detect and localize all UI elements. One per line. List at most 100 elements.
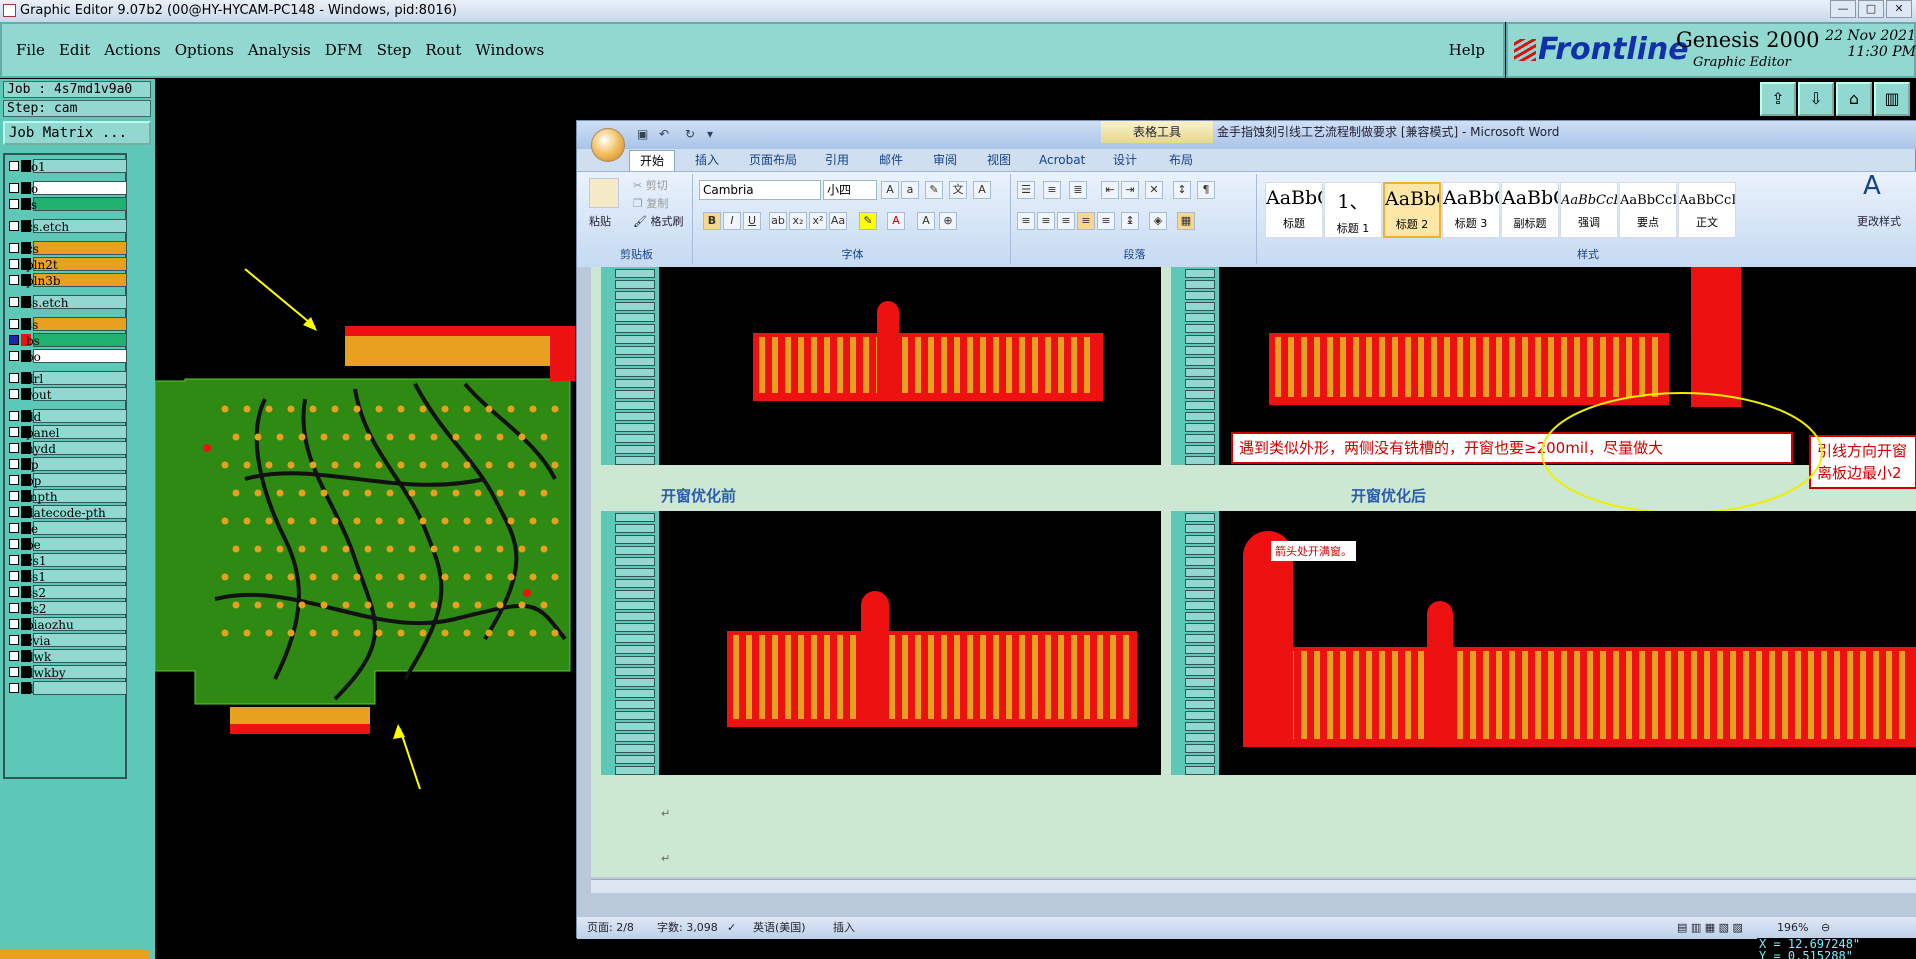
layer-checkbox[interactable]	[9, 275, 19, 285]
layer-row[interactable]: rout	[7, 387, 127, 402]
italic-icon[interactable]: I	[723, 212, 741, 230]
sort-icon[interactable]: ↕	[1173, 181, 1191, 199]
char-border-icon[interactable]: A	[973, 181, 991, 199]
numbering-icon[interactable]: ≡	[1043, 181, 1061, 199]
layer-name[interactable]: dwk	[26, 649, 127, 664]
tab-view[interactable]: 视图	[987, 150, 1011, 171]
layer-row[interactable]: datecode-pth	[7, 505, 127, 520]
highlight-icon[interactable]: ✎	[859, 212, 877, 230]
bullets-icon[interactable]: ☰	[1017, 181, 1035, 199]
layer-checkbox[interactable]	[9, 491, 19, 501]
layer-name[interactable]: cs1	[26, 553, 127, 568]
shading-icon[interactable]: ◈	[1149, 212, 1167, 230]
layer-name[interactable]: cs	[26, 241, 127, 256]
layer-checkbox[interactable]	[9, 373, 19, 383]
language[interactable]: 英语(美国)	[753, 917, 806, 939]
layer-row[interactable]: to1	[7, 159, 127, 174]
layer-row[interactable]: mpth	[7, 489, 127, 504]
increase-indent-icon[interactable]: ⇥	[1121, 181, 1139, 199]
tab-insert[interactable]: 插入	[695, 150, 719, 171]
menu-file[interactable]: File	[16, 41, 45, 59]
show-marks-icon[interactable]: ¶	[1197, 181, 1215, 199]
upload-icon[interactable]: ⇪	[1760, 82, 1796, 116]
layer-checkbox[interactable]	[9, 683, 19, 693]
layer-row[interactable]: drl	[7, 371, 127, 386]
layer-name[interactable]: to1	[26, 159, 127, 174]
layer-checkbox[interactable]	[9, 389, 19, 399]
layer-row[interactable]: ss1	[7, 569, 127, 584]
style-item[interactable]: 1、 标题 1	[1324, 182, 1382, 238]
layer-row[interactable]: te	[7, 521, 127, 536]
layer-name[interactable]: datecode-pth	[26, 505, 127, 520]
paste-icon[interactable]	[589, 178, 619, 208]
layer-checkbox[interactable]	[9, 555, 19, 565]
menu-edit[interactable]: Edit	[59, 41, 90, 59]
layer-checkbox[interactable]	[9, 539, 19, 549]
layer-row[interactable]: be	[7, 537, 127, 552]
layer-row[interactable]: biaozhu	[7, 617, 127, 632]
download-icon[interactable]: ⇩	[1798, 82, 1834, 116]
shrink-font-icon[interactable]: a	[901, 181, 919, 199]
view-buttons[interactable]: ▤ ▥ ▦ ▧ ▨	[1677, 917, 1743, 939]
maximize-button[interactable]: □	[1858, 0, 1884, 18]
layer-row[interactable]: pln2t	[7, 257, 127, 272]
tab-layout[interactable]: 页面布局	[749, 150, 797, 171]
menu-help[interactable]: Help	[1449, 41, 1485, 59]
font-color-icon[interactable]: A	[887, 212, 905, 230]
tab-mailings[interactable]: 邮件	[879, 150, 903, 171]
layer-checkbox[interactable]	[9, 221, 19, 231]
layer-checkbox[interactable]	[9, 161, 19, 171]
minimize-button[interactable]: —	[1830, 0, 1856, 18]
layer-name[interactable]: be	[26, 537, 127, 552]
paste-button[interactable]: 粘贴	[589, 214, 611, 230]
layer-name[interactable]: ss2	[26, 585, 127, 600]
layer-row[interactable]: panel	[7, 425, 127, 440]
layer-row[interactable]: d	[7, 681, 127, 696]
insert-mode[interactable]: 插入	[833, 917, 855, 939]
spell-check-icon[interactable]: ✓	[727, 917, 736, 939]
format-painter-button[interactable]: 🖌 格式刷	[633, 214, 683, 230]
cut-button[interactable]: ✂ 剪切	[633, 178, 668, 194]
layer-row[interactable]: cs1	[7, 553, 127, 568]
menu-options[interactable]: Options	[175, 41, 234, 59]
char-shading-icon[interactable]: A	[917, 212, 935, 230]
font-size-select[interactable]: 小四	[823, 180, 877, 200]
layer-name[interactable]: dwkby	[26, 665, 127, 680]
justify-icon[interactable]: ≡	[1077, 212, 1095, 230]
layer-name[interactable]: pln3b	[26, 273, 127, 288]
subscript-icon[interactable]: x₂	[789, 212, 807, 230]
layer-row[interactable]: hydd	[7, 441, 127, 456]
layer-name[interactable]: to	[26, 181, 127, 196]
close-button[interactable]: ✕	[1886, 0, 1912, 18]
borders-icon[interactable]: ▦	[1177, 212, 1195, 230]
layer-name[interactable]: bs	[26, 333, 127, 348]
layer-row[interactable]: dwk	[7, 649, 127, 664]
layer-name[interactable]: hydd	[26, 441, 127, 456]
layer-checkbox[interactable]	[9, 259, 19, 269]
graphic-canvas[interactable]	[155, 79, 575, 959]
save-icon[interactable]: ▣	[637, 127, 648, 141]
layer-checkbox[interactable]	[9, 459, 19, 469]
layer-row[interactable]: cs.etch	[7, 219, 127, 234]
style-item[interactable]: AaBbC 标题 3	[1442, 182, 1500, 238]
layer-checkbox[interactable]	[9, 297, 19, 307]
align-left-icon[interactable]: ≡	[1017, 212, 1035, 230]
job-matrix-button[interactable]: Job Matrix ...	[3, 121, 151, 145]
change-case-icon[interactable]: Aa	[829, 212, 847, 230]
layer-name[interactable]: panel	[26, 425, 127, 440]
layer-checkbox[interactable]	[9, 523, 19, 533]
home-icon[interactable]: ⌂	[1836, 82, 1872, 116]
table-tools-tab[interactable]: 表格工具	[1101, 121, 1213, 143]
layer-row[interactable]: ss	[7, 317, 127, 332]
menu-windows[interactable]: Windows	[475, 41, 544, 59]
align-right-icon[interactable]: ≡	[1057, 212, 1075, 230]
layer-name[interactable]: biaozhu	[26, 617, 127, 632]
panel-icon[interactable]: ▥	[1874, 82, 1910, 116]
layer-name[interactable]: d	[26, 681, 127, 696]
redo-icon[interactable]: ↻	[685, 127, 695, 141]
tab-design[interactable]: 设计	[1113, 150, 1137, 171]
menu-dfm[interactable]: DFM	[325, 41, 363, 59]
layer-name[interactable]: tp	[26, 457, 127, 472]
layer-row[interactable]: tp	[7, 457, 127, 472]
style-item[interactable]: AaBbCcDd 强调	[1560, 182, 1618, 238]
